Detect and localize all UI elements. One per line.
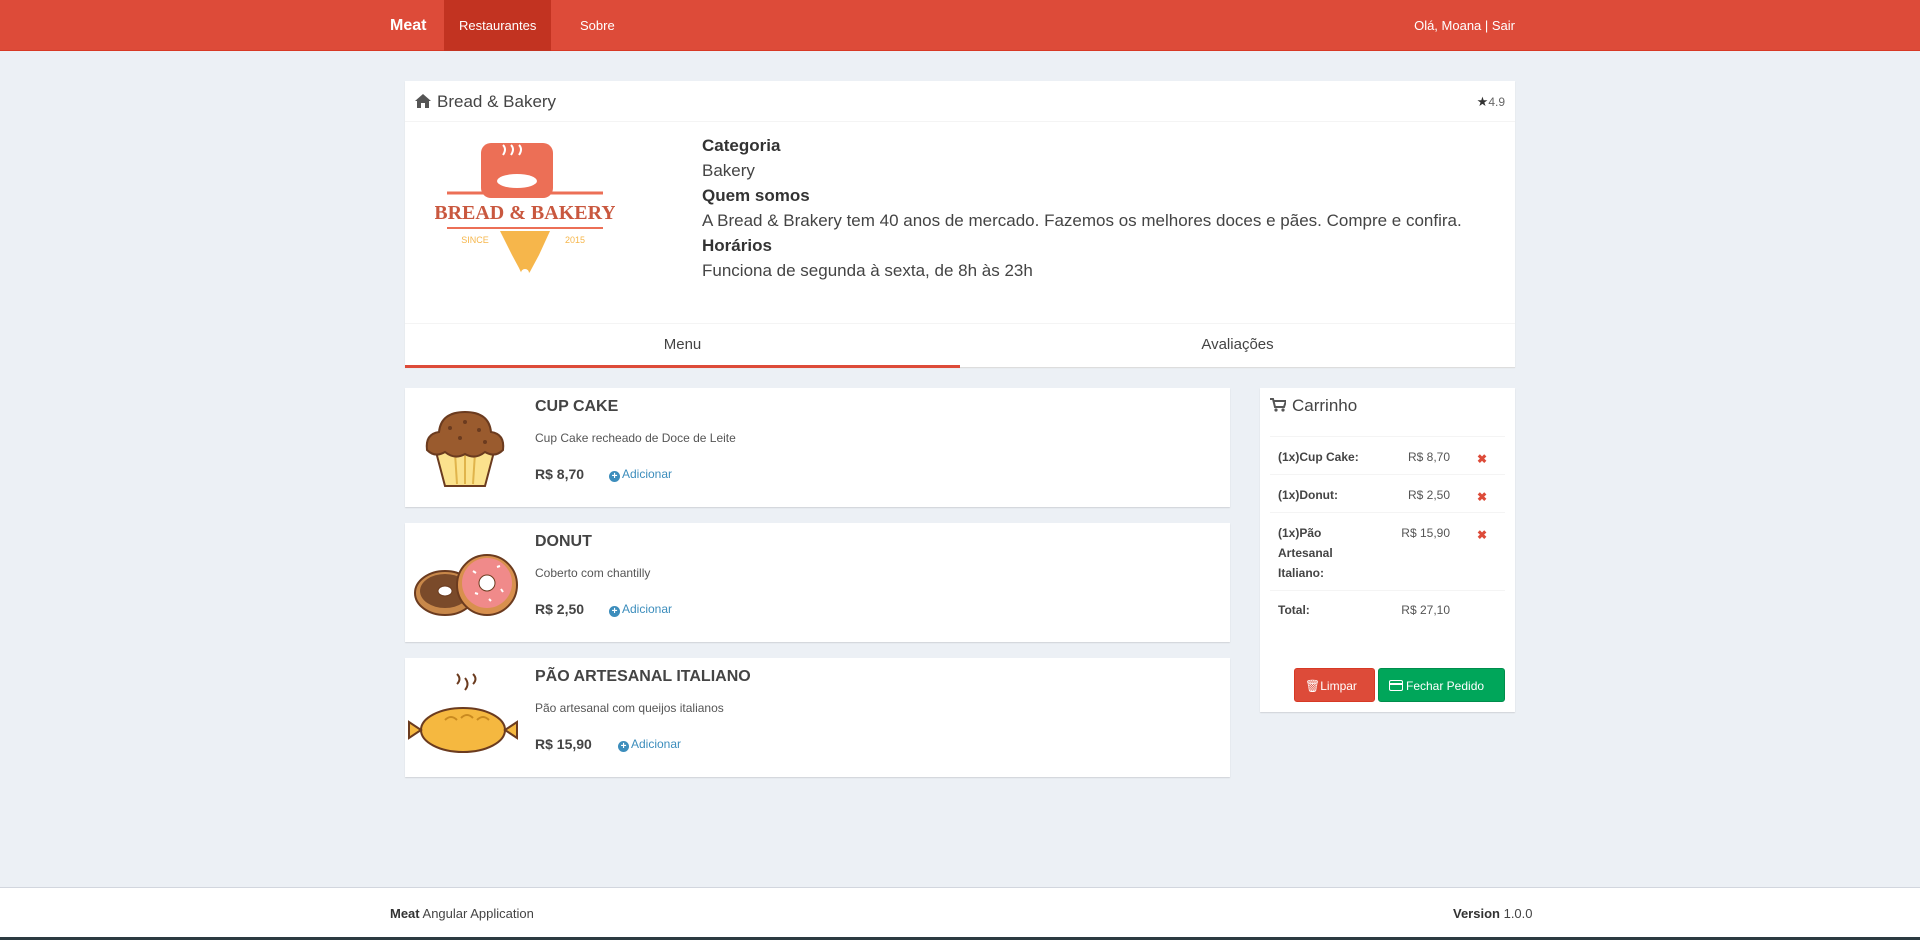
plus-circle-icon: + <box>609 606 620 617</box>
cart-item-name: (1x)Donut: <box>1278 488 1338 502</box>
footer-app: Angular Application <box>422 906 534 921</box>
cupcake-icon <box>405 398 525 498</box>
logo-year: 2015 <box>565 235 585 245</box>
tab-menu[interactable]: Menu <box>405 324 960 368</box>
about-label: Quem somos <box>702 186 810 205</box>
footer-version: Version 1.0.0 <box>1453 906 1533 921</box>
cart-header: Carrinho <box>1270 388 1357 436</box>
category-value: Bakery <box>702 161 755 180</box>
shopping-cart: Carrinho (1x)Cup Cake: R$ 8,70 ✖ (1x)Don… <box>1260 388 1515 712</box>
item-description: Pão artesanal com queijos italianos <box>535 701 724 715</box>
add-button[interactable]: + Adicionar <box>618 737 681 752</box>
cart-items: (1x)Cup Cake: R$ 8,70 ✖ (1x)Donut: R$ 2,… <box>1270 436 1505 630</box>
user-greeting-logout[interactable]: Olá, Moana | Sair <box>1414 0 1515 51</box>
plus-circle-icon: + <box>609 471 620 482</box>
remove-item-icon[interactable]: ✖ <box>1477 487 1487 507</box>
menu-item: DONUT Coberto com chantilly R$ 2,50 + Adi… <box>405 523 1230 642</box>
restaurant-rating: ★4.9 <box>1477 81 1505 123</box>
add-button[interactable]: + Adicionar <box>609 467 672 482</box>
restaurant-name: Bread & Bakery <box>437 92 557 111</box>
cart-item-name: (1x)Pão Artesanal Italiano: <box>1278 526 1333 580</box>
version-value: 1.0.0 <box>1503 906 1533 921</box>
cart-title: Carrinho <box>1292 396 1358 415</box>
add-button[interactable]: + Adicionar <box>609 602 672 617</box>
top-navbar: Meat Restaurantes Sobre Olá, Moana | Sai… <box>0 0 1920 51</box>
hours-value: Funciona de segunda à sexta, de 8h às 23… <box>702 261 1033 280</box>
remove-item-icon[interactable]: ✖ <box>1477 525 1487 545</box>
home-icon <box>415 82 431 123</box>
trash-icon: 🗑 <box>1305 679 1321 693</box>
footer: Meat Angular Application Version 1.0.0 <box>0 887 1920 940</box>
item-description: Coberto com chantilly <box>535 566 651 580</box>
cart-item-price: R$ 15,90 <box>1401 526 1450 540</box>
cart-item-name: (1x)Cup Cake: <box>1278 450 1359 464</box>
about-value: A Bread & Brakery tem 40 anos de mercado… <box>702 211 1462 230</box>
item-description: Cup Cake recheado de Doce de Leite <box>535 431 736 445</box>
restaurant-tabs: Menu Avaliações <box>405 323 1515 368</box>
add-label: Adicionar <box>622 467 673 481</box>
cart-item-price: R$ 2,50 <box>1407 488 1450 502</box>
footer-brand: Meat <box>390 906 420 921</box>
total-label: Total: <box>1278 603 1310 617</box>
restaurant-details: Categoria Bakery Quem somos A Bread & Br… <box>702 133 1462 283</box>
footer-app-info: Meat Angular Application <box>390 906 534 921</box>
hours-label: Horários <box>702 236 772 255</box>
nav-sobre[interactable]: Sobre <box>565 0 630 51</box>
remove-item-icon[interactable]: ✖ <box>1477 449 1487 469</box>
menu-item: CUP CAKE Cup Cake recheado de Doce de Le… <box>405 388 1230 507</box>
cart-row: (1x)Donut: R$ 2,50 ✖ <box>1270 474 1505 512</box>
rating-value: 4.9 <box>1488 95 1505 109</box>
logo-since: SINCE <box>461 235 489 245</box>
nav-restaurantes[interactable]: Restaurantes <box>444 0 552 51</box>
version-label: Version <box>1453 906 1500 921</box>
star-icon: ★ <box>1476 94 1489 109</box>
credit-card-icon <box>1389 670 1403 704</box>
tab-avaliacoes[interactable]: Avaliações <box>960 324 1515 368</box>
total-value: R$ 27,10 <box>1401 603 1450 617</box>
restaurant-logo: BREAD & BAKERY SINCE 2015 <box>434 143 616 283</box>
cart-row: (1x)Pão Artesanal Italiano: R$ 15,90 ✖ <box>1270 512 1505 590</box>
brand-logo[interactable]: Meat <box>390 0 426 51</box>
donut-icon <box>405 533 525 633</box>
restaurant-info-box: Bread & Bakery ★4.9 BREAD & BAKERY SINCE… <box>405 81 1515 368</box>
navbar-container: Meat Restaurantes Sobre Olá, Moana | Sai… <box>375 0 1515 51</box>
category-label: Categoria <box>702 136 781 155</box>
clear-label: Limpar <box>1320 679 1357 693</box>
cart-icon <box>1270 389 1288 425</box>
cart-row: (1x)Cup Cake: R$ 8,70 ✖ <box>1270 436 1505 474</box>
bread-icon <box>405 668 525 768</box>
item-name: CUP CAKE <box>535 398 619 415</box>
restaurant-title: Bread & Bakery <box>415 81 556 123</box>
cart-total-row: Total: R$ 27,10 <box>1270 590 1505 630</box>
menu-item: PÃO ARTESANAL ITALIANO Pão artesanal com… <box>405 658 1230 777</box>
add-label: Adicionar <box>622 602 673 616</box>
item-name: PÃO ARTESANAL ITALIANO <box>535 668 751 685</box>
item-price: R$ 15,90 <box>535 736 592 752</box>
item-price: R$ 8,70 <box>535 466 585 482</box>
item-name: DONUT <box>535 533 592 550</box>
restaurant-header: Bread & Bakery ★4.9 <box>405 81 1515 122</box>
add-label: Adicionar <box>631 737 682 751</box>
cart-item-price: R$ 8,70 <box>1407 450 1450 464</box>
logo-text: BREAD & BAKERY <box>435 202 615 224</box>
checkout-label: Fechar Pedido <box>1406 679 1485 693</box>
plus-circle-icon: + <box>618 741 629 752</box>
clear-cart-button[interactable]: 🗑Limpar <box>1294 668 1375 702</box>
item-price: R$ 2,50 <box>535 601 585 617</box>
checkout-button[interactable]: Fechar Pedido <box>1378 668 1505 702</box>
